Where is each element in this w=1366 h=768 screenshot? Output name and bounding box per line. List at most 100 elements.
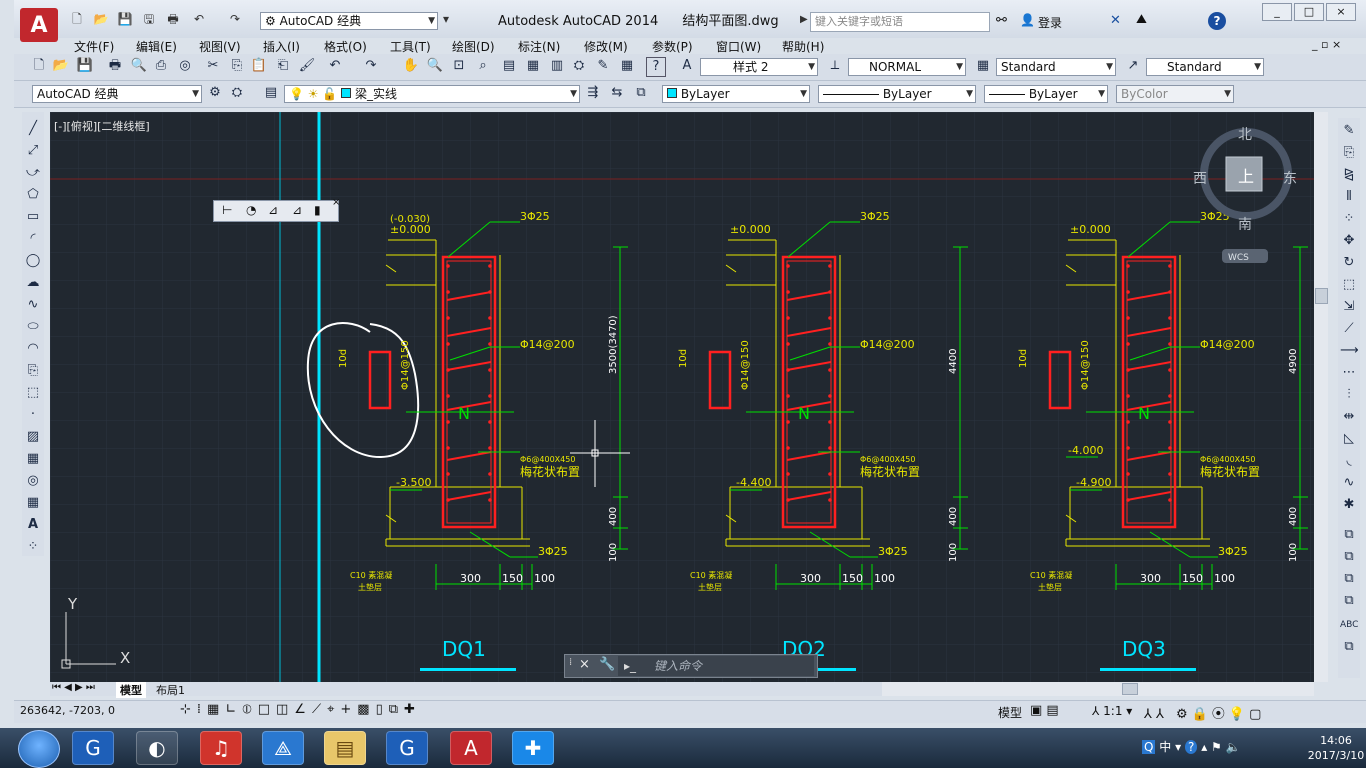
ellipse-arc-icon[interactable]: ◠ bbox=[24, 340, 42, 358]
customize-icon[interactable]: ⛭ bbox=[228, 84, 246, 102]
qnew-icon[interactable]: 🗋 bbox=[30, 57, 48, 75]
region-icon[interactable]: ◎ bbox=[24, 472, 42, 490]
viewcube-top-label[interactable]: 上 bbox=[1238, 167, 1254, 186]
auto-scale-icon[interactable]: ⅄ bbox=[1156, 707, 1168, 722]
close-icon[interactable]: × bbox=[579, 657, 590, 672]
chevron-right-icon[interactable]: ▶ bbox=[800, 14, 808, 25]
system-tray[interactable]: Q 中 ▾ ? ▴ ⚑ 🔈 bbox=[1142, 738, 1241, 755]
text-style-dropdown[interactable]: 样式 2 ▼ bbox=[700, 58, 818, 76]
polygon-icon[interactable]: ⬠ bbox=[24, 186, 42, 204]
undo-icon[interactable]: ↶ bbox=[326, 57, 344, 75]
isolate-objects-icon[interactable]: 💡 bbox=[1229, 707, 1249, 722]
horizontal-scrollbar[interactable] bbox=[882, 682, 1314, 696]
circle-icon[interactable]: ◯ bbox=[24, 252, 42, 270]
table-icon[interactable]: ▦ bbox=[24, 494, 42, 512]
viewcube-north[interactable]: 北 bbox=[1238, 127, 1252, 143]
vertical-scrollbar[interactable] bbox=[1314, 112, 1328, 682]
erase-icon[interactable]: ✎ bbox=[1340, 122, 1358, 140]
undo-icon[interactable]: ↶ bbox=[190, 11, 208, 27]
layer-tool-4-icon[interactable]: ⧉ bbox=[1340, 592, 1358, 610]
annotation-scale[interactable]: ⅄ 1:1 ▾ bbox=[1092, 704, 1132, 718]
spline-icon[interactable]: ∿ bbox=[24, 296, 42, 314]
color-dropdown[interactable]: ByLayer ▼ bbox=[662, 85, 810, 103]
tab-navigation-icon[interactable]: ⏮ ◀ ▶ ⏭ bbox=[52, 682, 95, 693]
blend-icon[interactable]: ∿ bbox=[1340, 474, 1358, 492]
menu-dimension[interactable]: 标注(N) bbox=[518, 38, 560, 55]
help-icon[interactable]: ? bbox=[646, 57, 666, 77]
tab-layout1[interactable]: 布局1 bbox=[156, 682, 185, 698]
flag-icon[interactable]: ⚑ bbox=[1211, 740, 1222, 754]
offset-icon[interactable]: ⫴ bbox=[1340, 188, 1358, 206]
copy-icon[interactable]: ⎘ bbox=[228, 57, 246, 75]
tab-model[interactable]: 模型 bbox=[116, 682, 146, 698]
table-style-dropdown[interactable]: Standard ▼ bbox=[996, 58, 1116, 76]
transparency-icon[interactable]: ▩ bbox=[357, 702, 375, 717]
trim-icon[interactable]: ⟋ bbox=[1340, 320, 1358, 338]
volume-icon[interactable]: 🔈 bbox=[1226, 740, 1241, 754]
hatch-icon[interactable]: ▨ bbox=[24, 428, 42, 446]
workspace-switching-icon[interactable]: ⚙ bbox=[1176, 707, 1192, 722]
multileader-style-icon[interactable]: ↗ bbox=[1124, 57, 1142, 75]
coordinates-readout[interactable]: 263642, -7203, 0 bbox=[20, 704, 115, 717]
rotate-icon[interactable]: ↻ bbox=[1340, 254, 1358, 272]
fillet-icon[interactable]: ◟ bbox=[1340, 452, 1358, 470]
redo-icon[interactable]: ↷ bbox=[362, 57, 380, 75]
design-center-icon[interactable]: ▦ bbox=[524, 57, 542, 75]
dim-style-icon[interactable]: ⟂ bbox=[826, 57, 844, 75]
dim-style-icon[interactable]: ▮ bbox=[314, 203, 321, 217]
dim-style-dropdown[interactable]: NORMAL ▼ bbox=[848, 58, 966, 76]
zoom-previous-icon[interactable]: ⌕ bbox=[474, 57, 492, 75]
menu-tools[interactable]: 工具(T) bbox=[390, 38, 431, 55]
3d-osnap-icon[interactable]: ◫ bbox=[276, 702, 294, 717]
minimize-button[interactable]: _ bbox=[1262, 3, 1292, 21]
menu-edit[interactable]: 编辑(E) bbox=[136, 38, 177, 55]
point-icon[interactable]: · bbox=[24, 406, 42, 424]
vertical-scroll-thumb[interactable] bbox=[1315, 288, 1328, 304]
annotation-monitor-icon[interactable]: ✚ bbox=[404, 702, 421, 717]
help-icon[interactable]: ? bbox=[1208, 12, 1226, 30]
exchange-icon[interactable]: ✕ bbox=[1110, 13, 1121, 28]
hardware-acceleration-icon[interactable]: ⦿ bbox=[1212, 707, 1229, 722]
close-icon[interactable]: × bbox=[332, 197, 340, 208]
sheet-set-icon[interactable]: ⛭ bbox=[570, 57, 588, 75]
taskbar-app-1-icon[interactable]: G bbox=[72, 731, 114, 765]
document-window-controls[interactable]: _ ▫ × bbox=[1312, 38, 1341, 51]
publish-icon[interactable]: ⎙ bbox=[152, 57, 170, 75]
help-tray-icon[interactable]: ? bbox=[1184, 740, 1198, 754]
a360-icon[interactable]: ⛰ bbox=[1136, 12, 1147, 27]
break-at-point-icon[interactable]: ⋯ bbox=[1340, 364, 1358, 382]
gradient-icon[interactable]: ▦ bbox=[24, 450, 42, 468]
infer-constraints-icon[interactable]: ⊹ bbox=[180, 702, 197, 717]
taskbar-app-4-icon[interactable]: ⟁ bbox=[262, 731, 304, 765]
mirror-icon[interactable]: ⧎ bbox=[1340, 166, 1358, 184]
search-tray-icon[interactable]: Q bbox=[1142, 740, 1156, 754]
open-icon[interactable]: 📂 bbox=[52, 57, 70, 75]
customize-qat-icon[interactable]: ▾ bbox=[440, 11, 452, 27]
ime-indicator[interactable]: 中 bbox=[1159, 740, 1171, 754]
match-properties-icon[interactable]: 🖌 bbox=[298, 57, 316, 75]
user-icon[interactable]: 👤 bbox=[1020, 13, 1035, 27]
chamfer-icon[interactable]: ◺ bbox=[1340, 430, 1358, 448]
aligned-dim-icon[interactable]: ⊿ bbox=[292, 203, 302, 217]
wrench-icon[interactable]: 🔧 bbox=[599, 657, 615, 672]
polyline-icon[interactable]: ⤻ bbox=[24, 164, 42, 182]
close-button[interactable]: × bbox=[1326, 3, 1356, 21]
wcs-label[interactable]: WCS bbox=[1228, 253, 1249, 263]
radius-dim-icon[interactable]: ◔ bbox=[246, 203, 256, 217]
drag-handle-icon[interactable]: ⁞ bbox=[569, 657, 572, 668]
menu-draw[interactable]: 绘图(D) bbox=[452, 38, 495, 55]
layer-tool-1-icon[interactable]: ⧉ bbox=[1340, 526, 1358, 544]
lineweight-icon[interactable]: + bbox=[340, 702, 357, 717]
ducs-icon[interactable]: ⟋ bbox=[312, 702, 327, 717]
stretch-icon[interactable]: ⇲ bbox=[1340, 298, 1358, 316]
rectangle-icon[interactable]: ▭ bbox=[24, 208, 42, 226]
plot-icon[interactable]: 🖶 bbox=[106, 57, 124, 75]
break-icon[interactable]: ⫶ bbox=[1340, 386, 1358, 404]
preview-icon[interactable]: 🔍 bbox=[130, 57, 148, 75]
arc-icon[interactable]: ◜ bbox=[24, 230, 42, 248]
start-button[interactable] bbox=[18, 730, 60, 768]
ortho-icon[interactable]: ∟ bbox=[225, 702, 242, 717]
maximize-button[interactable]: □ bbox=[1294, 3, 1324, 21]
markup-icon[interactable]: ✎ bbox=[594, 57, 612, 75]
linetype-dropdown[interactable]: ByLayer ▼ bbox=[818, 85, 976, 103]
